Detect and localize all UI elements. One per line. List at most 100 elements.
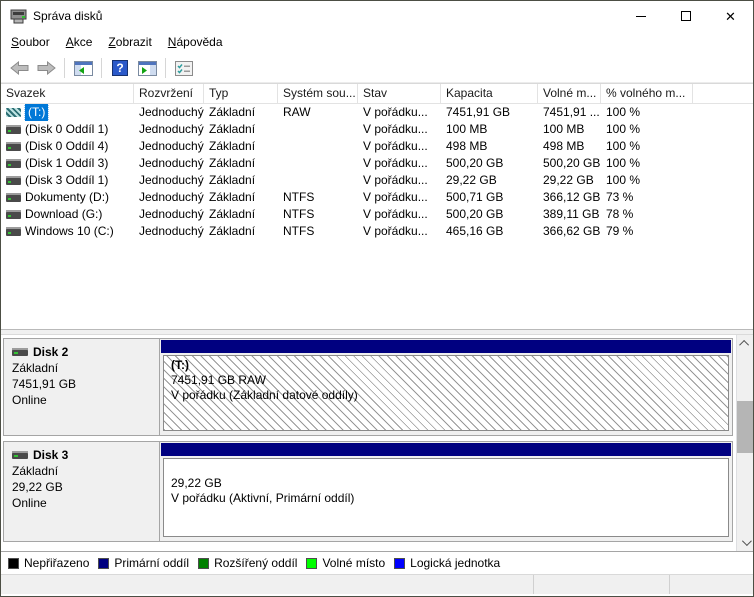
back-arrow-icon <box>9 61 28 75</box>
scroll-up-button[interactable] <box>737 335 753 352</box>
console-tree-icon <box>73 60 93 76</box>
customize-view-button[interactable] <box>172 56 196 80</box>
minimize-icon <box>635 15 646 17</box>
menu-zobrazit[interactable]: Zobrazit <box>100 32 159 53</box>
table-row-disk3-oddil1[interactable]: (Disk 3 Oddíl 1) Jednoduchý Základní V p… <box>1 172 753 189</box>
disk-kind: Základní <box>12 361 59 375</box>
legend-swatch-2 <box>198 557 210 569</box>
action-pane-icon <box>137 60 157 76</box>
volume-icon <box>6 227 21 236</box>
legend-item-primarni-oddil: Primární oddíl <box>98 556 189 570</box>
maximize-button[interactable] <box>663 1 708 31</box>
column-header-volne-misto[interactable]: Volné m... <box>538 84 601 103</box>
legend-swatch-1 <box>98 557 110 569</box>
disk-status: Online <box>12 393 47 407</box>
close-button[interactable]: ✕ <box>708 1 753 31</box>
volume-icon <box>6 159 21 168</box>
volume-label: Windows 10 (C:) <box>25 224 114 238</box>
toolbar-separator <box>165 58 166 78</box>
menu-akce[interactable]: Akce <box>58 32 101 53</box>
close-icon: ✕ <box>725 8 736 24</box>
status-pane-middle <box>534 575 670 594</box>
volume-label: Download (G:) <box>25 207 103 221</box>
partition-label: (T:) <box>171 358 189 372</box>
disk-graphical-view: Disk 2 Základní 7451,91 GB Online (T:) 7… <box>1 335 753 551</box>
help-icon: ? <box>112 60 128 76</box>
volume-label-selected: (T:) <box>23 104 50 121</box>
volume-label: (Disk 1 Oddíl 3) <box>25 156 109 170</box>
disk-3-row[interactable]: Disk 3 Základní 29,22 GB Online 29,22 GB… <box>3 441 733 542</box>
volume-list: Svazek Rozvržení Typ Systém sou... Stav … <box>1 83 753 329</box>
disk-2-partition-area: (T:) 7451,91 GB RAW V pořádku (Základní … <box>160 339 732 435</box>
column-header-typ[interactable]: Typ <box>204 84 278 103</box>
toolbar-separator <box>64 58 65 78</box>
status-pane-right <box>670 575 753 594</box>
legend-item-volne-misto: Volné místo <box>306 556 385 570</box>
column-header-procento-volneho[interactable]: % volného m... <box>601 84 693 103</box>
status-bar <box>1 574 753 594</box>
column-header-svazek[interactable]: Svazek <box>1 84 134 103</box>
customize-view-icon <box>175 60 193 76</box>
volume-icon <box>6 193 21 202</box>
table-row-windows10-c[interactable]: Windows 10 (C:) Jednoduchý Základní NTFS… <box>1 223 753 240</box>
column-header-kapacita[interactable]: Kapacita <box>441 84 538 103</box>
disk-2-info-panel[interactable]: Disk 2 Základní 7451,91 GB Online <box>4 339 160 435</box>
title-bar: Správa disků ✕ <box>1 1 753 31</box>
disk-3-partition-area: 29,22 GB V pořádku (Aktivní, Primární od… <box>160 442 732 541</box>
svg-text:?: ? <box>116 61 123 75</box>
volume-icon <box>6 176 21 185</box>
back-button[interactable] <box>7 56 31 80</box>
disk-name: Disk 2 <box>33 345 69 359</box>
table-row-disk0-oddil1[interactable]: (Disk 0 Oddíl 1) Jednoduchý Základní V p… <box>1 121 753 138</box>
table-row-dokumenty-d[interactable]: Dokumenty (D:) Jednoduchý Základní NTFS … <box>1 189 753 206</box>
disk-2-row[interactable]: Disk 2 Základní 7451,91 GB Online (T:) 7… <box>3 338 733 436</box>
partition-legend: Nepřiřazeno Primární oddíl Rozšířený odd… <box>1 551 753 574</box>
column-header-stav[interactable]: Stav <box>358 84 441 103</box>
disk-size: 29,22 GB <box>12 480 63 494</box>
volume-label: (Disk 0 Oddíl 1) <box>25 122 109 136</box>
forward-button[interactable] <box>34 56 58 80</box>
show-action-pane-button[interactable] <box>135 56 159 80</box>
partition-size: 29,22 GB <box>171 476 222 490</box>
disk-name: Disk 3 <box>33 448 69 462</box>
partition-t[interactable]: (T:) 7451,91 GB RAW V pořádku (Základní … <box>163 355 729 431</box>
table-row-disk1-oddil3[interactable]: (Disk 1 Oddíl 3) Jednoduchý Základní V p… <box>1 155 753 172</box>
scroll-down-button[interactable] <box>737 534 753 551</box>
menu-soubor[interactable]: Soubor <box>3 32 58 53</box>
toolbar-separator <box>101 58 102 78</box>
volume-label: Dokumenty (D:) <box>25 190 110 204</box>
volume-icon <box>6 210 21 219</box>
column-header-rozvrzeni[interactable]: Rozvržení <box>134 84 204 103</box>
scrollbar-thumb[interactable] <box>737 401 753 453</box>
volume-icon <box>6 125 21 134</box>
column-header-system-souboru[interactable]: Systém sou... <box>278 84 358 103</box>
volume-label: (Disk 0 Oddíl 4) <box>25 139 109 153</box>
disk-3-info-panel[interactable]: Disk 3 Základní 29,22 GB Online <box>4 442 160 541</box>
show-console-tree-button[interactable] <box>71 56 95 80</box>
minimize-button[interactable] <box>618 1 663 31</box>
legend-item-neprirazeno: Nepřiřazeno <box>8 556 89 570</box>
toolbar: ? <box>1 54 753 83</box>
table-row-download-g[interactable]: Download (G:) Jednoduchý Základní NTFS V… <box>1 206 753 223</box>
primary-partition-strip <box>161 340 731 353</box>
table-row-disk0-oddil4[interactable]: (Disk 0 Oddíl 4) Jednoduchý Základní V p… <box>1 138 753 155</box>
forward-arrow-icon <box>37 61 56 75</box>
partition-label <box>171 461 728 476</box>
menu-bar: Soubor Akce Zobrazit Nápověda <box>1 31 753 54</box>
window-title: Správa disků <box>33 9 103 23</box>
menu-napoveda[interactable]: Nápověda <box>160 32 231 53</box>
vertical-scrollbar[interactable] <box>736 335 753 551</box>
partition-disk3[interactable]: 29,22 GB V pořádku (Aktivní, Primární od… <box>163 458 729 537</box>
disk-icon <box>12 451 28 459</box>
primary-partition-strip <box>161 443 731 456</box>
legend-swatch-4 <box>394 557 406 569</box>
chevron-down-icon <box>741 536 752 547</box>
column-header-blank <box>693 84 753 103</box>
partition-size: 7451,91 GB RAW <box>171 373 266 387</box>
disk-icon <box>12 348 28 356</box>
legend-swatch-3 <box>306 557 318 569</box>
legend-item-rozsireny-oddil: Rozšířený oddíl <box>198 556 297 570</box>
legend-item-logicka-jednotka: Logická jednotka <box>394 556 500 570</box>
help-button[interactable]: ? <box>108 56 132 80</box>
table-row-volume-t[interactable]: (T:) Jednoduchý Základní RAW V pořádku..… <box>1 104 753 121</box>
